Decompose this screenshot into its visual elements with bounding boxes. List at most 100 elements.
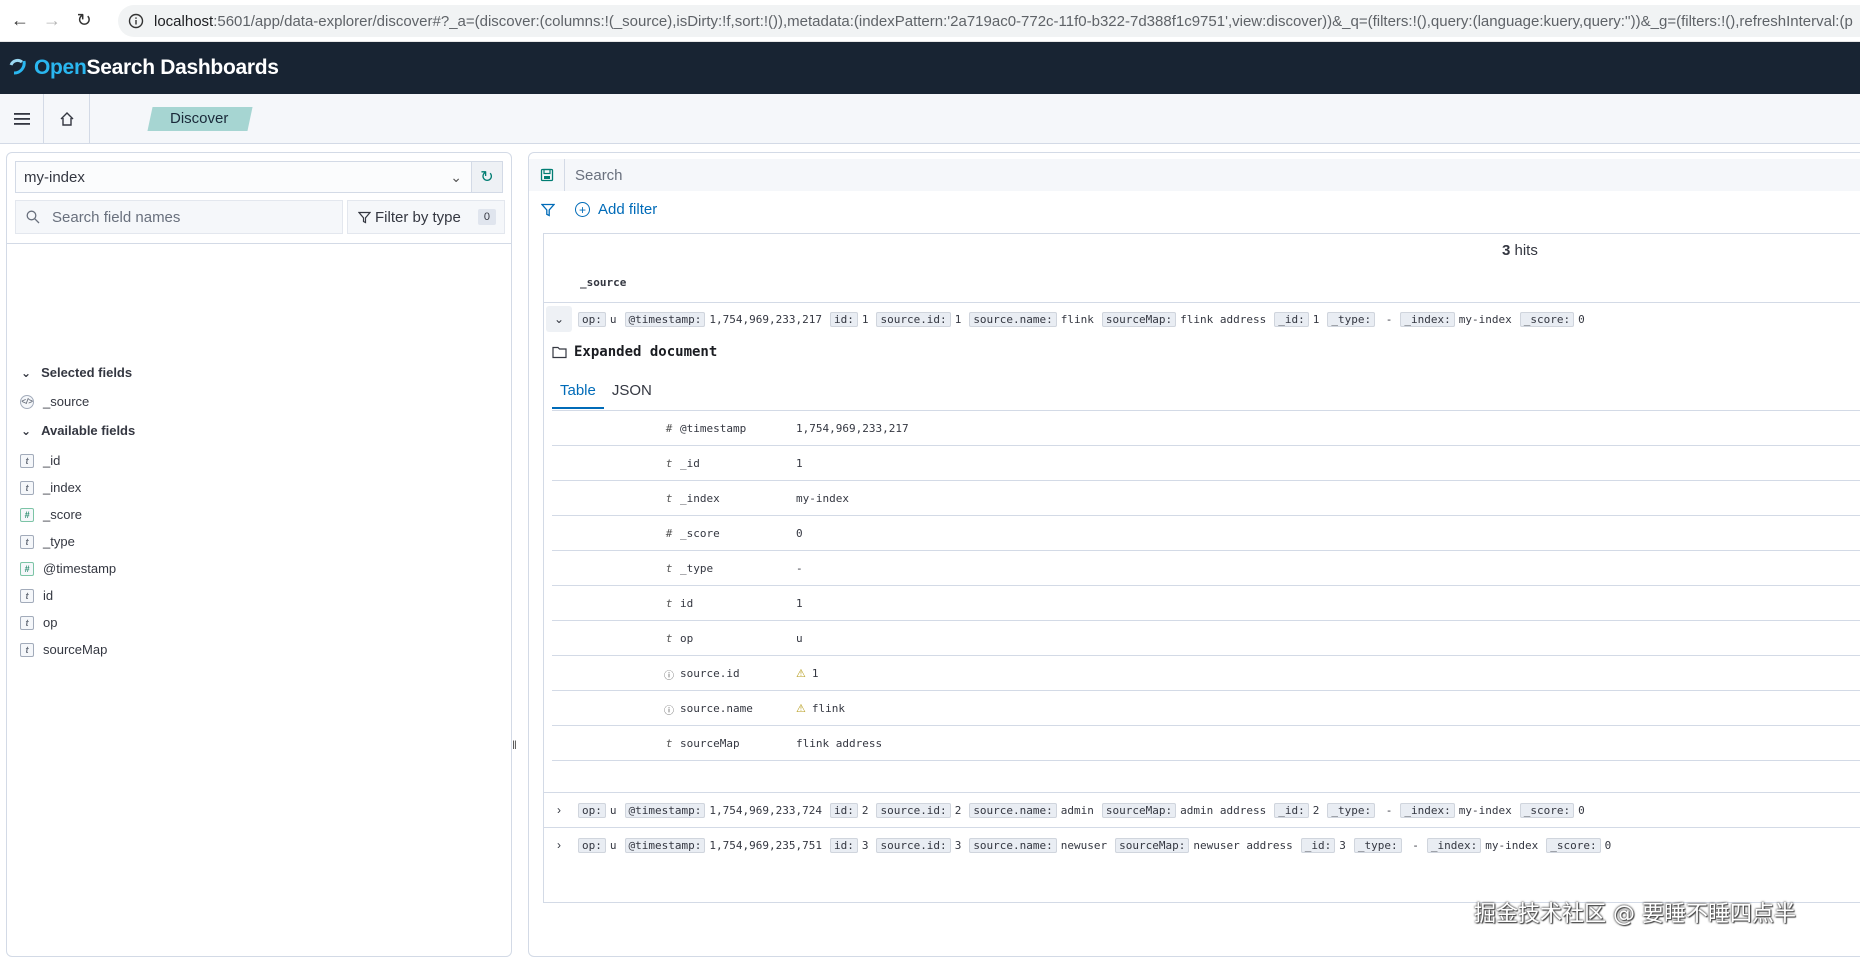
field-value: -	[1405, 838, 1419, 852]
detail-field-value: ⚠ 1	[796, 667, 819, 680]
field-search-input[interactable]	[52, 208, 322, 226]
field-name: _score	[43, 507, 83, 522]
field-item-sourcemap[interactable]: t sourceMap	[20, 642, 107, 657]
number-type-icon: #	[665, 422, 673, 435]
index-pattern-select[interactable]: my-index ⌄	[15, 161, 473, 193]
string-type-icon: t	[665, 457, 673, 470]
field-name: sourceMap	[43, 642, 108, 657]
chevron-right-icon[interactable]: ›	[546, 797, 572, 823]
number-type-icon: #	[665, 527, 673, 540]
menu-icon[interactable]	[0, 93, 44, 144]
filter-icon	[358, 211, 371, 223]
chevron-down-icon: ⌄	[21, 365, 32, 380]
reload-icon[interactable]: ↻	[72, 9, 96, 33]
string-type-icon: t	[665, 597, 673, 610]
field-key: op:	[578, 837, 606, 853]
detail-value-text: 1	[796, 457, 803, 470]
detail-row[interactable]: ⓘ source.name ⚠ flink	[552, 691, 1860, 726]
results-panel: + Add filter 3 hits _source ⌄ op:u@times…	[528, 152, 1860, 957]
filter-icon[interactable]	[541, 203, 555, 217]
field-key: id:	[829, 837, 858, 853]
opensearch-logo-icon[interactable]	[8, 57, 30, 79]
detail-row[interactable]: t sourceMap flink address	[552, 726, 1860, 761]
field-value: 2	[954, 803, 962, 817]
field-item-score[interactable]: # _score	[20, 507, 82, 522]
field-value: 3	[954, 838, 962, 852]
chevron-down-icon[interactable]: ⌄	[546, 306, 572, 332]
breadcrumb-discover[interactable]: Discover	[147, 106, 253, 131]
app-logo-text[interactable]: OpenSearch Dashboards	[34, 56, 279, 80]
tab-table[interactable]: Table	[552, 374, 604, 409]
saved-query-icon[interactable]	[529, 159, 565, 191]
query-search-input[interactable]	[565, 159, 1860, 191]
detail-row[interactable]: t _type -	[552, 551, 1860, 586]
detail-value-text: 1	[811, 667, 819, 680]
app-nav-bar: Discover	[0, 93, 1860, 144]
detail-value-text: -	[796, 562, 803, 575]
field-key: sourceMap:	[1101, 802, 1177, 818]
field-item-source[interactable]: </> _source	[20, 394, 89, 409]
detail-field-name: _index	[680, 492, 720, 505]
filter-by-type-button[interactable]: Filter by type 0	[347, 200, 505, 234]
table-row[interactable]: ⌄ op: u @timestamp: 1,754,969,233,217 id: 1 so…	[544, 302, 1860, 336]
field-key: _id:	[1300, 837, 1336, 853]
refresh-icon[interactable]: ↻	[471, 161, 503, 193]
field-key: source.name:	[969, 837, 1057, 853]
detail-value-text: my-index	[796, 492, 849, 505]
browser-toolbar: ← → ↻ localhost:5601/app/data-explorer/d…	[0, 0, 1860, 42]
address-bar[interactable]: localhost:5601/app/data-explorer/discove…	[118, 5, 1860, 37]
forward-icon[interactable]: →	[40, 9, 64, 33]
detail-row[interactable]: # _score 0	[552, 516, 1860, 551]
table-row[interactable]: › op: u @timestamp: 1,754,969,233,724 id: 2 so…	[544, 793, 1860, 827]
detail-field-name: _id	[680, 457, 700, 470]
field-name: _type	[43, 534, 75, 549]
field-key: _score:	[1546, 837, 1601, 853]
column-header-source[interactable]: _source	[580, 276, 626, 289]
field-value: 2	[861, 803, 869, 817]
field-item-timestamp[interactable]: # @timestamp	[20, 561, 116, 576]
watermark: 掘金技术社区 @ 要睡不睡四点半	[1474, 902, 1796, 927]
results-table: 3 hits _source ⌄ op: u @timestamp: 1,754,96…	[543, 233, 1860, 903]
field-value: my-index	[1485, 838, 1539, 852]
number-field-icon: #	[20, 561, 34, 576]
field-item-index[interactable]: t _index	[20, 480, 81, 495]
detail-field-value: 1	[796, 597, 803, 610]
detail-row[interactable]: # @timestamp 1,754,969,233,217	[552, 411, 1860, 446]
detail-row[interactable]: t id 1	[552, 586, 1860, 621]
field-key: op:	[578, 802, 606, 818]
field-value: 1	[954, 312, 962, 326]
url-text: localhost:5601/app/data-explorer/discove…	[154, 12, 1853, 30]
tab-json[interactable]: JSON	[604, 374, 660, 409]
back-icon[interactable]: ←	[8, 9, 32, 33]
detail-row[interactable]: t _index my-index	[552, 481, 1860, 516]
home-icon[interactable]	[44, 93, 90, 144]
available-fields-header[interactable]: ⌄ Available fields	[21, 423, 135, 438]
field-search-box[interactable]	[15, 200, 343, 234]
detail-row[interactable]: t op u	[552, 621, 1860, 656]
detail-row[interactable]: t _id 1	[552, 446, 1860, 481]
field-item-id[interactable]: t id	[20, 588, 53, 603]
field-item-op[interactable]: t op	[20, 615, 57, 630]
field-key: _index:	[1426, 837, 1482, 853]
string-field-icon: t	[20, 480, 34, 495]
field-name: _source	[43, 394, 90, 409]
detail-field-name: sourceMap	[680, 737, 740, 750]
detail-field-name: source.name	[680, 702, 753, 715]
detail-value-text: 0	[796, 527, 803, 540]
detail-row[interactable]: ⓘ source.id ⚠ 1	[552, 656, 1860, 691]
detail-field-value: 1,754,969,233,217	[796, 422, 909, 435]
selected-fields-header[interactable]: ⌄ Selected fields	[21, 365, 132, 380]
field-key: source.name:	[969, 311, 1057, 327]
app-header: OpenSearch Dashboards	[0, 42, 1860, 94]
detail-field-value: 0	[796, 527, 803, 540]
field-value: 1	[1312, 312, 1320, 326]
site-info-icon[interactable]	[128, 13, 144, 29]
panel-resize-handle[interactable]: ‖	[512, 738, 517, 752]
add-filter-button[interactable]: + Add filter	[575, 201, 657, 218]
field-item-id[interactable]: t _id	[20, 453, 60, 468]
table-row[interactable]: › op: u @timestamp: 1,754,969,235,751 id: 3 so…	[544, 828, 1860, 862]
unknown-type-icon: ⓘ	[664, 706, 674, 717]
detail-field-name: op	[680, 632, 694, 645]
field-item-type[interactable]: t _type	[20, 534, 75, 549]
chevron-right-icon[interactable]: ›	[546, 832, 572, 858]
